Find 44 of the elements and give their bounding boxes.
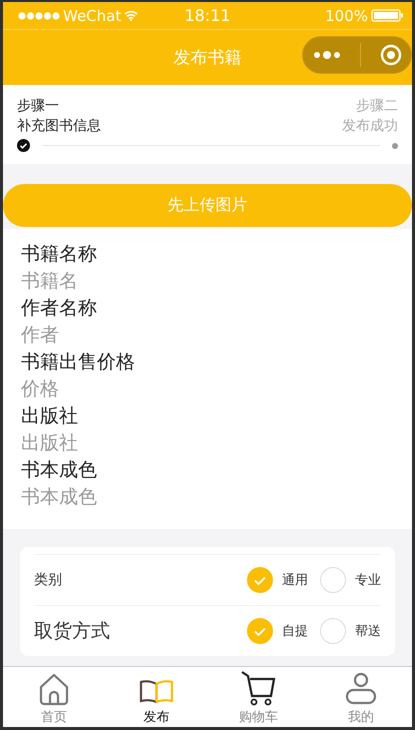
- battery-percent: 100%: [325, 6, 368, 24]
- step-subtitle: 补充图书信息: [17, 117, 101, 135]
- radio-button[interactable]: [320, 567, 346, 593]
- field-label: 出版社: [21, 404, 79, 429]
- more-icon[interactable]: [312, 50, 340, 60]
- tab-item[interactable]: 购物车: [208, 667, 310, 727]
- wifi-icon: [124, 10, 138, 21]
- tab-item[interactable]: 首页: [3, 667, 106, 727]
- option-label: 类别: [34, 571, 62, 589]
- tab-item[interactable]: 我的: [310, 667, 412, 727]
- signal-icon: [18, 12, 60, 20]
- input-field[interactable]: 出版社: [21, 430, 394, 457]
- close-icon[interactable]: [380, 44, 402, 66]
- input-field[interactable]: 书籍名: [21, 268, 394, 295]
- home-icon[interactable]: [39, 673, 70, 706]
- option-label: 取货方式: [34, 619, 110, 644]
- radio-label[interactable]: 自提: [282, 622, 308, 640]
- radio-label[interactable]: 通用: [282, 571, 308, 589]
- radio-button[interactable]: [320, 618, 346, 644]
- radio-button[interactable]: [247, 567, 273, 593]
- input-field[interactable]: 作者: [21, 322, 394, 349]
- step-title: 步骤一: [17, 97, 60, 115]
- tab-item[interactable]: 发布: [105, 667, 208, 727]
- input-field[interactable]: 价格: [21, 376, 394, 403]
- radio-label[interactable]: 帮送: [355, 622, 381, 640]
- cart-icon[interactable]: [240, 670, 277, 706]
- carrier-name: WeChat: [63, 6, 122, 24]
- field-label: 书籍名称: [21, 242, 98, 267]
- check-icon[interactable]: [253, 574, 267, 586]
- step-title: 步骤二: [356, 97, 398, 115]
- page-title: 发布书籍: [174, 47, 242, 69]
- clock-time: 18:11: [184, 6, 231, 25]
- radio-label[interactable]: 专业: [355, 571, 381, 589]
- field-label: 书本成色: [21, 458, 98, 483]
- capsule-menu[interactable]: [302, 36, 412, 74]
- user-icon[interactable]: [344, 672, 377, 706]
- book-icon[interactable]: [138, 678, 174, 706]
- step-subtitle: 发布成功: [342, 117, 398, 135]
- field-label: 书籍出售价格: [21, 350, 136, 375]
- battery-icon: [371, 9, 404, 22]
- field-label: 作者名称: [21, 296, 98, 321]
- input-field[interactable]: 书本成色: [21, 484, 394, 511]
- check-icon[interactable]: [253, 626, 267, 636]
- radio-button[interactable]: [247, 618, 273, 644]
